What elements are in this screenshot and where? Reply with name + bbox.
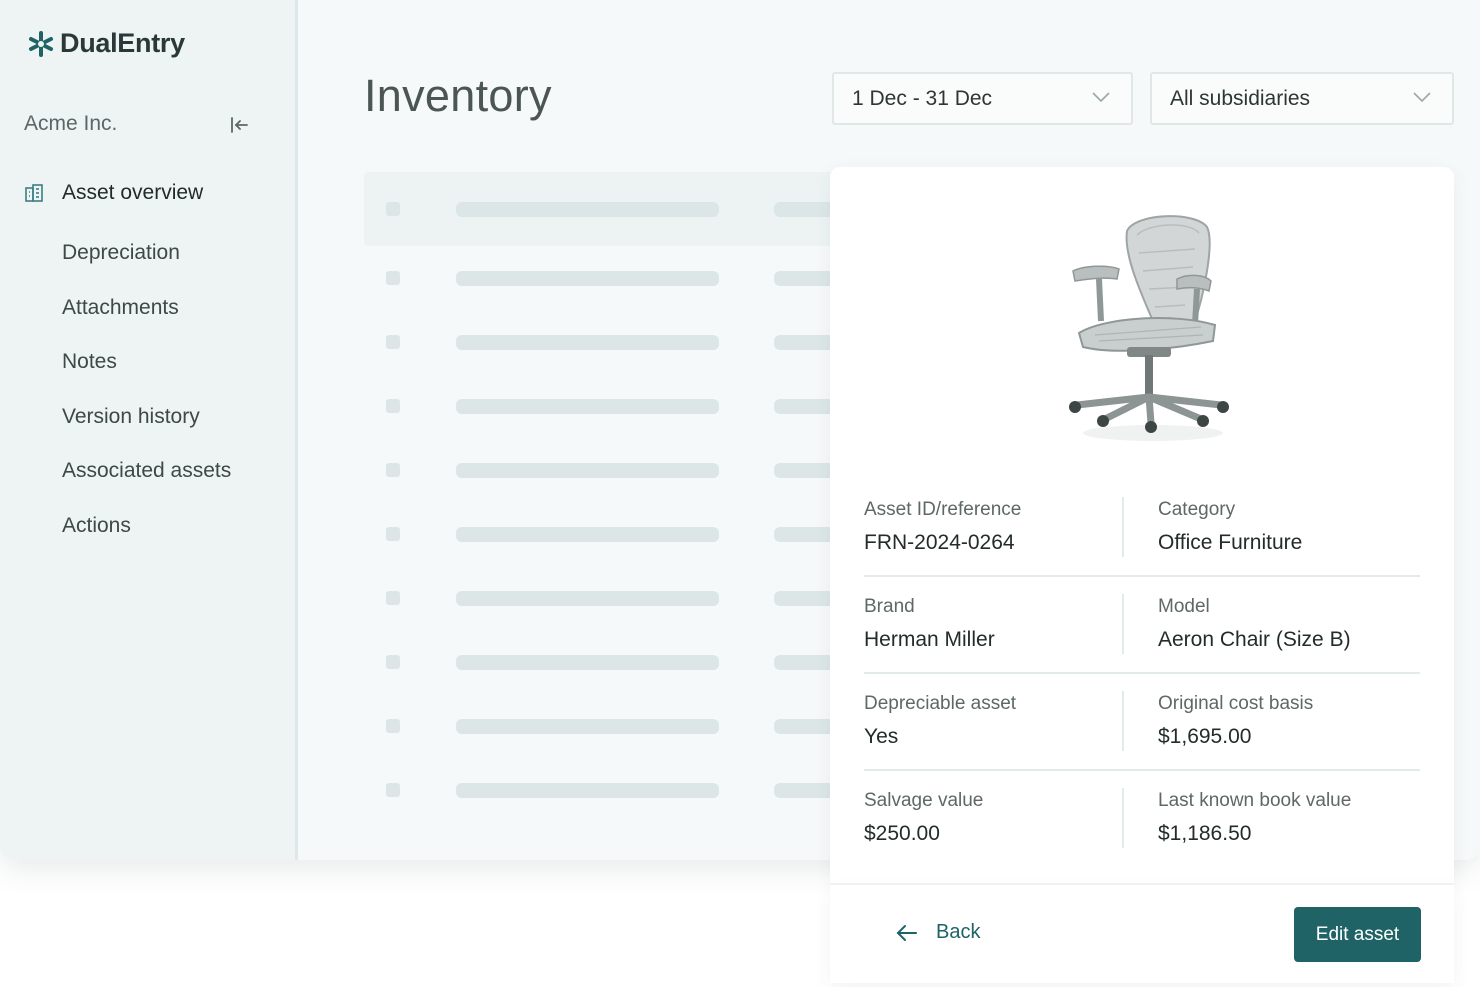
placeholder-bar: [456, 271, 719, 286]
brand-value: Herman Miller: [864, 628, 995, 651]
office-chair-image: [1069, 215, 1229, 441]
row-divider: [864, 575, 1420, 577]
placeholder-bar: [456, 527, 719, 542]
placeholder-bar: [774, 719, 834, 734]
column-divider: [1122, 691, 1124, 751]
page-title: Inventory: [364, 70, 552, 121]
model-value: Aeron Chair (Size B): [1158, 628, 1351, 651]
subsidiary-value: All subsidiaries: [1170, 86, 1311, 110]
column-divider: [1122, 594, 1124, 654]
salvage-value-label: Salvage value: [864, 790, 984, 811]
category-label: Category: [1158, 499, 1236, 520]
app-window: DualEntry Acme Inc. Asset overview Depre…: [0, 0, 1480, 883]
placeholder-dot: [386, 719, 400, 733]
sidebar-item-version-history[interactable]: Version history: [62, 405, 200, 429]
placeholder-bar: [456, 655, 719, 670]
placeholder-bar: [456, 591, 719, 606]
placeholder-bar: [456, 463, 719, 478]
sidebar-item-asset-overview[interactable]: Asset overview: [62, 181, 203, 205]
back-button[interactable]: Back: [896, 921, 980, 944]
sidebar-item-attachments[interactable]: Attachments: [62, 296, 179, 320]
salvage-value-value: $250.00: [864, 822, 940, 845]
back-label: Back: [936, 921, 981, 943]
edit-asset-button[interactable]: Edit asset: [1294, 907, 1421, 962]
depreciable-label: Depreciable asset: [864, 693, 1017, 714]
asset-id-label: Asset ID/reference: [864, 499, 1022, 520]
placeholder-bar: [774, 655, 834, 670]
date-range-value: 1 Dec - 31 Dec: [852, 86, 993, 110]
panel-footer: Back Edit asset: [830, 883, 1454, 983]
category-value: Office Furniture: [1158, 531, 1303, 554]
placeholder-dot: [386, 655, 400, 669]
placeholder-bar: [456, 202, 719, 217]
placeholder-bar: [456, 783, 719, 798]
sidebar-item-associated-assets[interactable]: Associated assets: [62, 459, 231, 483]
sidebar-item-depreciation[interactable]: Depreciation: [62, 241, 180, 265]
row-divider: [864, 672, 1420, 674]
placeholder-bar: [774, 591, 834, 606]
brand-label: Brand: [864, 596, 915, 617]
placeholder-bar: [456, 335, 719, 350]
book-value-value: $1,186.50: [1158, 822, 1252, 845]
placeholder-bar: [774, 463, 834, 478]
chevron-down-icon: [1092, 92, 1110, 103]
sidebar: DualEntry Acme Inc. Asset overview Depre…: [0, 0, 298, 860]
placeholder-bar: [774, 527, 834, 542]
brand-name: DualEntry: [60, 28, 185, 58]
placeholder-dot: [386, 271, 400, 285]
dualentry-logo-icon: [29, 30, 53, 57]
placeholder-bar: [774, 335, 834, 350]
placeholder-dot: [386, 783, 400, 797]
original-cost-value: $1,695.00: [1158, 725, 1252, 748]
model-label: Model: [1158, 596, 1210, 617]
column-divider: [1122, 788, 1124, 848]
book-value-label: Last known book value: [1158, 790, 1352, 811]
placeholder-bar: [456, 399, 719, 414]
chevron-down-icon: [1413, 92, 1431, 103]
placeholder-dot: [386, 335, 400, 349]
asset-id-value: FRN-2024-0264: [864, 531, 1015, 554]
column-divider: [1122, 497, 1124, 557]
placeholder-bar: [774, 399, 834, 414]
placeholder-dot: [386, 527, 400, 541]
row-divider: [864, 769, 1420, 771]
subsidiary-select[interactable]: All subsidiaries: [1150, 72, 1454, 125]
placeholder-bar: [774, 783, 834, 798]
sidebar-item-notes[interactable]: Notes: [62, 350, 117, 374]
placeholder-dot: [386, 591, 400, 605]
placeholder-bar: [774, 202, 834, 217]
building-icon: [25, 184, 43, 202]
placeholder-dot: [386, 399, 400, 413]
placeholder-dot: [386, 463, 400, 477]
placeholder-bar: [774, 271, 834, 286]
original-cost-label: Original cost basis: [1158, 693, 1314, 714]
collapse-sidebar-icon[interactable]: [228, 114, 250, 136]
depreciable-value: Yes: [864, 725, 899, 748]
asset-detail-panel: Asset ID/reference FRN-2024-0264 Categor…: [830, 167, 1454, 883]
date-range-select[interactable]: 1 Dec - 31 Dec: [832, 72, 1133, 125]
org-name: Acme Inc.: [24, 112, 118, 135]
arrow-left-icon: [896, 924, 917, 941]
placeholder-bar: [456, 719, 719, 734]
logo: DualEntry: [26, 28, 185, 59]
placeholder-dot: [386, 202, 400, 216]
sidebar-item-actions[interactable]: Actions: [62, 514, 131, 538]
